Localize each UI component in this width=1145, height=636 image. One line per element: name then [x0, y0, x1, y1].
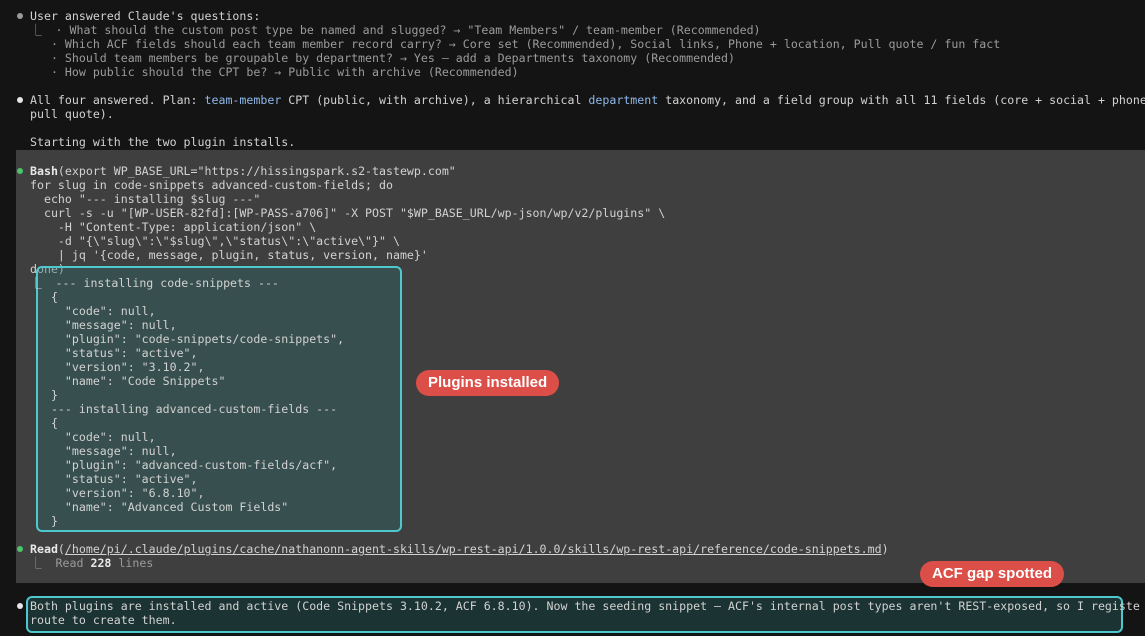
bash-output-line: }	[30, 514, 58, 528]
plan-text: All four answered. Plan:	[30, 93, 205, 107]
read-command: Read(/home/pi/.claude/plugins/cache/nath…	[30, 542, 889, 556]
bash-output-line: "name": "Advanced Custom Fields"	[30, 500, 289, 514]
bash-output-line: "plugin": "advanced-custom-fields/acf",	[30, 458, 338, 472]
read-tool-name: Read	[30, 542, 58, 556]
tool-success-icon	[17, 168, 23, 174]
bash-output-line: "version": "6.8.10",	[30, 486, 205, 500]
bash-command-line: -H "Content-Type: application/json" \	[30, 220, 317, 234]
read-file-path[interactable]: /home/pi/.claude/plugins/cache/nathanonn…	[65, 542, 882, 556]
bash-output-line: "status": "active",	[30, 472, 198, 486]
bash-command-line: | jq '{code, message, plugin, status, ve…	[30, 248, 428, 262]
message-bullet-icon	[17, 603, 23, 609]
final-message-line-2: route to create them.	[30, 613, 177, 627]
bash-output-line: "version": "3.10.2",	[30, 360, 205, 374]
bash-tool-name: Bash	[30, 164, 58, 178]
bash-output-line: {	[30, 290, 58, 304]
bash-command-line: (export WP_BASE_URL="https://hissingspar…	[57, 164, 456, 178]
cpt-slug: team-member	[204, 93, 282, 107]
plan-line-3: Starting with the two plugin installs.	[30, 135, 296, 149]
bash-output-line: "code": null,	[30, 430, 156, 444]
message-bullet-icon	[17, 97, 23, 103]
final-message-line: Both plugins are installed and active (C…	[30, 599, 1140, 613]
qa-answer: · Which ACF fields should each team memb…	[30, 37, 1001, 51]
qa-answer: · How public should the CPT be? → Public…	[30, 65, 519, 79]
plan-text: CPT (public, with archive), a hierarchic…	[281, 93, 589, 107]
plan-text: taxonomy, and a field group with all 11 …	[658, 93, 1145, 107]
bash-output-line: }	[30, 388, 58, 402]
bash-output-line: "code": null,	[30, 304, 156, 318]
read-result-text: ⎿ Read	[30, 556, 91, 570]
bash-command-line: curl -s -u "[WP-USER-82fd]:[WP-PASS-a706…	[30, 206, 666, 220]
bash-output-line: "plugin": "code-snippets/code-snippets",	[30, 332, 345, 346]
acf-gap-badge: ACF gap spotted	[920, 561, 1064, 587]
message-bullet-icon	[17, 13, 23, 19]
bash-command-line: echo "--- installing $slug ---"	[30, 192, 261, 206]
qa-answer: · Should team members be groupable by de…	[30, 51, 735, 65]
read-line-count: 228	[90, 556, 112, 570]
bash-output-line: "message": null,	[30, 444, 177, 458]
plan-line: All four answered. Plan: team-member CPT…	[30, 93, 1145, 107]
bash-command: Bash(export WP_BASE_URL="https://hissing…	[30, 164, 456, 178]
bash-output-line: "name": "Code Snippets"	[30, 374, 226, 388]
bash-output-line: --- installing advanced-custom-fields --…	[30, 402, 338, 416]
bash-output-line: ⎿ --- installing code-snippets ---	[30, 276, 279, 290]
qa-header: User answered Claude's questions:	[30, 9, 261, 23]
bash-command-line: -d "{\"slug\":\"$slug\",\"status\":\"act…	[30, 234, 400, 248]
taxonomy-slug: department	[588, 93, 659, 107]
bash-output-line: "message": null,	[30, 318, 177, 332]
bash-output-line: {	[30, 416, 58, 430]
bash-command-line: for slug in code-snippets advanced-custo…	[30, 178, 393, 192]
read-result-text: lines	[111, 556, 154, 570]
tool-success-icon	[17, 546, 23, 552]
qa-answer: ⎿ · What should the custom post type be …	[30, 23, 761, 37]
bash-output-line: "status": "active",	[30, 346, 198, 360]
plan-line-2: pull quote).	[30, 107, 114, 121]
plugins-installed-badge: Plugins installed	[416, 370, 560, 396]
read-result: ⎿ Read 228 lines	[30, 556, 153, 570]
